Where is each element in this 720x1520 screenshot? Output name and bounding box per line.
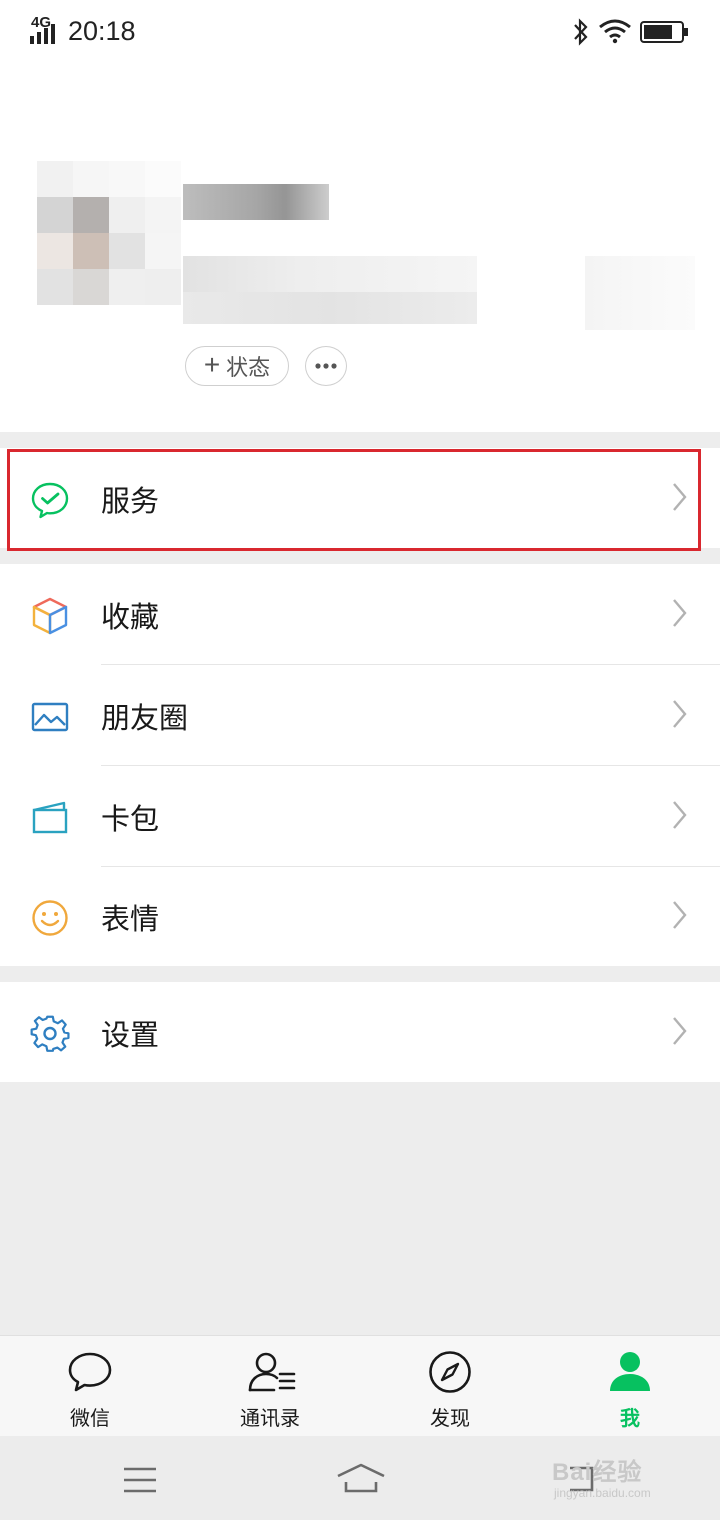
compass-icon bbox=[429, 1351, 471, 1393]
more-dots-icon bbox=[315, 363, 337, 369]
contacts-icon bbox=[248, 1352, 296, 1392]
menu-item-label: 收藏 bbox=[101, 602, 160, 634]
bottom-tab-bar: 微信 通讯录 发现 我 bbox=[0, 1335, 720, 1437]
menu-item-label: 表情 bbox=[101, 904, 160, 936]
network-type-label: 4G bbox=[31, 14, 52, 31]
tab-chats[interactable]: 微信 bbox=[0, 1336, 180, 1437]
chevron-right-icon bbox=[673, 1017, 687, 1045]
home-icon[interactable] bbox=[336, 1462, 386, 1494]
menu-icon[interactable] bbox=[122, 1466, 158, 1494]
menu-item-stickers[interactable]: 表情 bbox=[0, 866, 720, 966]
gear-icon bbox=[30, 1015, 70, 1052]
chevron-right-icon bbox=[673, 599, 687, 627]
tab-me[interactable]: 我 bbox=[540, 1336, 720, 1437]
wifi-icon bbox=[599, 19, 631, 44]
image-icon bbox=[31, 702, 69, 732]
battery-icon bbox=[640, 21, 688, 43]
chevron-right-icon bbox=[673, 801, 687, 829]
clock: 20:18 bbox=[68, 16, 136, 46]
add-status-button[interactable]: + 状态 bbox=[185, 346, 289, 386]
wechat-id-blurred-secondary bbox=[183, 292, 477, 324]
menu-item-card-wallet[interactable]: 卡包 bbox=[0, 766, 720, 866]
tab-discover[interactable]: 发现 bbox=[360, 1336, 540, 1437]
chevron-right-icon bbox=[673, 700, 687, 728]
chevron-right-icon bbox=[673, 901, 687, 929]
baidu-watermark: Bai经验 bbox=[552, 1459, 643, 1486]
annotation-highlight-box bbox=[7, 449, 701, 551]
status-bar: 4G 20:18 bbox=[0, 0, 720, 66]
card-icon bbox=[32, 801, 68, 834]
profile-header[interactable]: + 状态 bbox=[0, 66, 720, 432]
tab-label: 微信 bbox=[70, 1408, 110, 1430]
tab-label: 我 bbox=[620, 1408, 640, 1430]
smiley-icon bbox=[32, 900, 68, 936]
status-button-label: 状态 bbox=[226, 355, 271, 380]
plus-icon: + bbox=[203, 348, 221, 380]
person-icon bbox=[610, 1352, 650, 1391]
bluetooth-icon bbox=[574, 18, 588, 46]
menu-item-favorites[interactable]: 收藏 bbox=[0, 564, 720, 664]
tab-label: 发现 bbox=[430, 1408, 470, 1430]
chat-bubble-icon bbox=[68, 1352, 112, 1392]
menu-item-moments[interactable]: 朋友圈 bbox=[0, 665, 720, 765]
menu-item-label: 朋友圈 bbox=[101, 703, 189, 735]
settings-group: 设置 bbox=[0, 982, 720, 1082]
tab-label: 通讯录 bbox=[240, 1408, 300, 1430]
cube-icon bbox=[32, 597, 68, 635]
tab-contacts[interactable]: 通讯录 bbox=[180, 1336, 360, 1437]
main-menu-group: 收藏 朋友圈 卡包 表情 bbox=[0, 564, 720, 966]
qr-code-area-blurred[interactable] bbox=[585, 256, 695, 330]
menu-item-label: 卡包 bbox=[101, 804, 160, 836]
wechat-id-blurred bbox=[183, 256, 477, 292]
menu-item-settings[interactable]: 设置 bbox=[0, 982, 720, 1082]
menu-item-label: 设置 bbox=[101, 1020, 160, 1052]
baidu-watermark-url: jingyan.baidu.com bbox=[554, 1486, 651, 1500]
nickname-blurred bbox=[183, 184, 329, 220]
more-options-button[interactable] bbox=[305, 346, 347, 386]
